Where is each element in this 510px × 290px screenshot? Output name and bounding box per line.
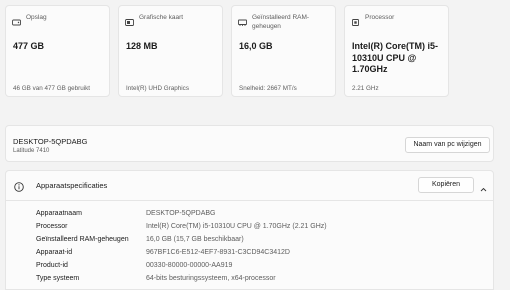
spec-key: Processor [36, 223, 68, 230]
copy-button[interactable]: Kopiëren [418, 177, 474, 193]
graphics-card-icon [125, 14, 134, 26]
card-label: Opslag [26, 14, 47, 21]
processor-card: Processor Intel(R) Core(TM) i5-10310U CP… [344, 5, 449, 97]
spec-key: Geïnstalleerd RAM-geheugen [36, 236, 129, 243]
card-label: Geïnstalleerd RAM-geheugen [252, 14, 310, 30]
card-value: Intel(R) Core(TM) i5-10310U CPU @ 1.70GH… [352, 41, 438, 74]
card-sub: 2.21 GHz [352, 85, 379, 92]
card-sub: Intel(R) UHD Graphics [126, 85, 189, 92]
specs-title: Apparaatspecificaties [36, 181, 108, 190]
storage-card: Opslag 477 GB 46 GB van 477 GB gebruikt [5, 5, 110, 97]
device-name: DESKTOP-5QPDABG [13, 137, 88, 146]
spec-key: Apparaatnaam [36, 210, 82, 217]
ram-card: Geïnstalleerd RAM-geheugen 16,0 GB Snelh… [231, 5, 336, 97]
spec-value: 16,0 GB (15,7 GB beschikbaar) [146, 236, 244, 243]
device-specifications-panel: Apparaatspecificaties Kopiëren Apparaatn… [5, 170, 494, 290]
spec-key: Type systeem [36, 275, 80, 282]
graphics-card: Grafische kaart 128 MB Intel(R) UHD Grap… [118, 5, 223, 97]
card-value: 477 GB [13, 41, 45, 51]
rename-pc-button[interactable]: Naam van pc wijzigen [405, 137, 490, 153]
spec-key: Apparaat-id [36, 249, 73, 256]
card-sub: 46 GB van 477 GB gebruikt [13, 85, 91, 92]
processor-icon [351, 14, 360, 26]
card-sub: Snelheid: 2667 MT/s [239, 85, 297, 92]
spec-value: 64-bits besturingssysteem, x64-processor [146, 275, 276, 282]
device-model: Latitude 7410 [13, 148, 50, 154]
spec-value: DESKTOP-5QPDABG [146, 210, 216, 217]
specs-header[interactable]: Apparaatspecificaties Kopiëren [6, 171, 493, 201]
card-value: 128 MB [126, 41, 158, 51]
spec-key: Product-id [36, 262, 68, 269]
card-value: 16,0 GB [239, 41, 273, 51]
ram-icon [238, 14, 247, 26]
chevron-up-icon[interactable] [479, 181, 488, 192]
card-label: Grafische kaart [139, 14, 184, 21]
device-name-panel: DESKTOP-5QPDABG Latitude 7410 Naam van p… [5, 125, 494, 162]
spec-value: Intel(R) Core(TM) i5-10310U CPU @ 1.70GH… [146, 223, 327, 230]
spec-value: 967BF1C6-E512-4EF7-8931-C3CD94C3412D [146, 249, 290, 256]
spec-value: 00330-80000-00000-AA919 [146, 262, 233, 269]
card-label: Processor [365, 14, 395, 21]
storage-icon [12, 14, 21, 26]
info-icon [14, 179, 24, 192]
